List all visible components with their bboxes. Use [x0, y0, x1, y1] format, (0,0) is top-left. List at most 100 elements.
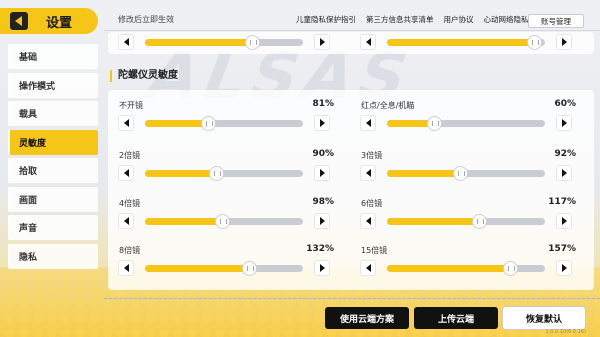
sidebar-item-4[interactable]: 拾取	[8, 158, 98, 183]
decrease-button[interactable]	[361, 35, 375, 49]
account-manage-button[interactable]: 账号管理	[528, 14, 584, 28]
slider-handle[interactable]	[202, 116, 216, 130]
sensitivity-slider	[361, 116, 571, 130]
slider-handle[interactable]	[472, 214, 486, 228]
slider-handle[interactable]	[527, 35, 541, 49]
slider-track[interactable]	[387, 261, 545, 275]
link-third-party[interactable]: 第三方信息共享清单	[366, 14, 434, 25]
sidebar-item-6[interactable]: 声音	[8, 215, 98, 240]
decrease-button[interactable]	[119, 116, 133, 130]
section-title: 陀螺仪灵敏度	[110, 70, 178, 82]
sensitivity-slider	[119, 166, 329, 180]
arrow-left-icon	[365, 119, 371, 127]
slider-track[interactable]	[145, 35, 303, 49]
arrow-left-icon	[123, 169, 129, 177]
link-child-privacy[interactable]: 儿童隐私保护指引	[296, 14, 356, 25]
slider-track[interactable]	[145, 116, 303, 130]
slider-track[interactable]	[145, 261, 303, 275]
decrease-button[interactable]	[119, 214, 133, 228]
slider-track[interactable]	[145, 214, 303, 228]
sidebar-item-2[interactable]: 载具	[8, 101, 98, 126]
slider-fill	[387, 217, 479, 225]
sensitivity-value: 132%	[306, 244, 334, 254]
arrow-left-icon	[365, 264, 371, 272]
arrow-right-icon	[319, 169, 325, 177]
decrease-button[interactable]	[119, 261, 133, 275]
back-button[interactable]	[6, 8, 32, 34]
slider-handle[interactable]	[243, 261, 257, 275]
decrease-button[interactable]	[361, 166, 375, 180]
arrow-right-icon	[561, 217, 567, 225]
sidebar-item-1[interactable]: 操作模式	[8, 72, 98, 98]
arrow-right-icon	[561, 119, 567, 127]
increase-button[interactable]	[315, 214, 329, 228]
sidebar-item-7[interactable]: 隐私	[8, 243, 98, 269]
sidebar: 基础操作模式载具灵敏度拾取画面声音隐私	[8, 44, 98, 272]
arrow-left-icon	[123, 217, 129, 225]
upload-cloud-button[interactable]: 上传云端	[414, 307, 498, 329]
sensitivity-value: 60%	[554, 99, 576, 109]
link-user-agreement[interactable]: 用户协议	[444, 14, 474, 25]
increase-button[interactable]	[557, 35, 571, 49]
slider-fill	[145, 217, 223, 225]
slider-track[interactable]	[387, 116, 545, 130]
sensitivity-label: 8倍镜	[119, 246, 141, 255]
slider-handle[interactable]	[216, 214, 230, 228]
increase-button[interactable]	[315, 116, 329, 130]
increase-button[interactable]	[557, 166, 571, 180]
page-title: 设置	[46, 15, 73, 31]
slider-track[interactable]	[145, 166, 303, 180]
sensitivity-value: 117%	[548, 197, 576, 207]
arrow-right-icon	[561, 169, 567, 177]
decrease-button[interactable]	[361, 214, 375, 228]
arrow-left-icon	[123, 119, 129, 127]
arrow-right-icon	[319, 217, 325, 225]
arrow-right-icon	[319, 119, 325, 127]
increase-button[interactable]	[315, 261, 329, 275]
sensitivity-slider	[361, 261, 571, 275]
slider-handle[interactable]	[453, 166, 467, 180]
arrow-left-icon	[365, 38, 371, 46]
sensitivity-slider	[119, 261, 329, 275]
arrow-right-icon	[561, 264, 567, 272]
sensitivity-value: 157%	[548, 244, 576, 254]
decrease-button[interactable]	[119, 35, 133, 49]
top-slider-left	[119, 35, 329, 49]
decrease-button[interactable]	[361, 116, 375, 130]
apply-hint: 修改后立即生效	[118, 15, 174, 24]
slider-track[interactable]	[387, 35, 545, 49]
arrow-left-icon	[123, 38, 129, 46]
back-arrow-icon	[10, 12, 28, 30]
sensitivity-label: 6倍镜	[361, 199, 383, 208]
increase-button[interactable]	[315, 35, 329, 49]
sensitivity-slider	[119, 116, 329, 130]
header-bar: 设置	[0, 8, 98, 34]
sidebar-item-3[interactable]: 灵敏度	[8, 129, 98, 155]
increase-button[interactable]	[315, 166, 329, 180]
sensitivity-slider	[361, 166, 571, 180]
increase-button[interactable]	[557, 116, 571, 130]
sidebar-item-0[interactable]: 基础	[8, 44, 98, 69]
sensitivity-label: 2倍镜	[119, 151, 141, 160]
increase-button[interactable]	[557, 214, 571, 228]
arrow-left-icon	[365, 217, 371, 225]
use-cloud-scheme-button[interactable]: 使用云端方案	[325, 307, 409, 329]
decrease-button[interactable]	[361, 261, 375, 275]
slider-handle[interactable]	[504, 261, 518, 275]
sensitivity-label: 15倍镜	[361, 246, 388, 255]
slider-fill	[387, 38, 534, 46]
slider-handle[interactable]	[246, 35, 260, 49]
reset-default-button[interactable]: 恢复默认	[503, 307, 585, 329]
decrease-button[interactable]	[119, 166, 133, 180]
slider-fill	[387, 169, 460, 177]
slider-track[interactable]	[387, 166, 545, 180]
sensitivity-slider	[119, 214, 329, 228]
increase-button[interactable]	[557, 261, 571, 275]
arrow-left-icon	[123, 264, 129, 272]
header-divider	[104, 30, 600, 31]
arrow-right-icon	[319, 264, 325, 272]
slider-handle[interactable]	[210, 166, 224, 180]
sidebar-item-5[interactable]: 画面	[8, 186, 98, 212]
slider-track[interactable]	[387, 214, 545, 228]
slider-handle[interactable]	[428, 116, 442, 130]
